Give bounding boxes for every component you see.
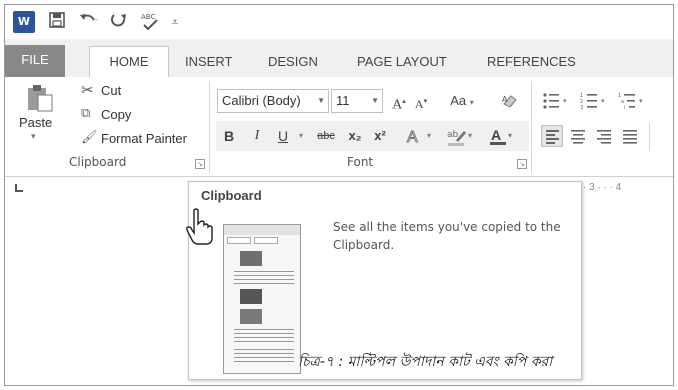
align-left-button[interactable]: [541, 125, 563, 147]
text-highlight-button[interactable]: ab ▾: [441, 124, 477, 148]
svg-text:▾: ▾: [601, 97, 605, 105]
clear-formatting-button[interactable]: A: [499, 89, 521, 113]
save-icon[interactable]: [47, 11, 67, 33]
figure-caption: চিত্র-৭ : মাল্টিপল উপাদান কাট এবং কপি কর…: [298, 354, 553, 370]
redo-icon[interactable]: [109, 11, 129, 33]
svg-text:▾: ▾: [639, 97, 643, 105]
svg-text:ab: ab: [447, 130, 459, 140]
group-divider: [649, 123, 650, 151]
paste-button[interactable]: Paste ▾: [19, 83, 59, 151]
text-effects-button[interactable]: A ▾: [401, 124, 435, 148]
shrink-font-icon: A: [414, 97, 424, 111]
font-group-label: Font: [347, 155, 374, 169]
paste-label: Paste: [19, 115, 53, 130]
font-color-button[interactable]: A ▾: [483, 124, 517, 148]
cut-label: Cut: [101, 83, 122, 98]
svg-text:A: A: [502, 95, 508, 104]
align-right-button[interactable]: [593, 125, 615, 149]
svg-text:A: A: [407, 129, 418, 146]
align-center-icon: [571, 130, 585, 144]
align-center-button[interactable]: [567, 125, 589, 149]
copy-button[interactable]: ⧉ Copy: [81, 105, 141, 125]
copy-icon: ⧉: [81, 105, 91, 120]
font-color-icon: A: [489, 127, 506, 145]
strikethrough-button[interactable]: abc: [311, 124, 341, 148]
hand-cursor-icon: [186, 208, 214, 254]
tab-selector-icon[interactable]: [15, 184, 23, 192]
bullets-icon: ▾: [543, 93, 567, 109]
svg-text:i: i: [624, 105, 625, 110]
quick-access-toolbar: W - ABC ⩡: [5, 5, 673, 39]
format-painter-label: Format Painter: [101, 131, 187, 146]
clipboard-pane-preview: [223, 224, 301, 374]
shrink-font-button[interactable]: A▾: [411, 89, 431, 113]
paste-dropdown-icon[interactable]: ▾: [31, 131, 36, 142]
multilevel-list-button[interactable]: 1 a i ▾: [615, 89, 651, 113]
customize-qat-icon[interactable]: ⩡: [169, 11, 181, 33]
font-name-value: Calibri (Body): [222, 93, 301, 108]
paste-icon: [28, 85, 53, 112]
text-effects-icon: A: [406, 129, 418, 147]
numbering-button[interactable]: 1 2 3 ▾: [577, 89, 613, 113]
tab-file[interactable]: FILE: [5, 45, 65, 77]
change-case-icon: Aa: [450, 93, 467, 108]
clipboard-launcher-icon[interactable]: ↘: [195, 159, 205, 169]
group-divider: [209, 81, 210, 173]
svg-text:-: -: [95, 15, 98, 24]
underline-button[interactable]: U: [273, 124, 293, 148]
svg-text:ABC: ABC: [141, 13, 155, 21]
group-divider: [531, 81, 532, 173]
cut-button[interactable]: ✂ Cut: [81, 81, 141, 101]
tab-page-layout[interactable]: PAGE LAYOUT: [357, 47, 447, 77]
underline-dropdown-icon[interactable]: ▾: [295, 124, 307, 148]
spelling-icon[interactable]: ABC: [139, 11, 161, 33]
font-launcher-icon[interactable]: ↘: [517, 159, 527, 169]
change-case-button[interactable]: Aa ▾: [441, 89, 483, 113]
tooltip-title: Clipboard: [201, 188, 262, 203]
bold-button[interactable]: B: [219, 124, 239, 148]
tooltip-description: See all the items you've copied to the C…: [333, 220, 561, 252]
chevron-down-icon[interactable]: ▼: [317, 90, 325, 112]
grow-font-icon: A: [392, 97, 403, 113]
align-right-icon: [597, 130, 611, 144]
tab-home[interactable]: HOME: [89, 46, 169, 77]
ribbon-home: Paste ▾ ✂ Cut ⧉ Copy 🖌 Format Painter Cl…: [5, 77, 673, 177]
clipboard-group-label: Clipboard: [69, 155, 127, 169]
copy-label: Copy: [101, 107, 132, 122]
paintbrush-icon: 🖌: [81, 129, 98, 144]
chevron-down-icon[interactable]: ▼: [371, 90, 379, 112]
justify-button[interactable]: [619, 125, 641, 149]
multilevel-list-icon: 1ai▾: [618, 93, 643, 111]
bullets-button[interactable]: ▾: [539, 89, 575, 113]
svg-text:▾: ▾: [563, 97, 567, 105]
tab-design[interactable]: DESIGN: [268, 47, 318, 77]
font-size-combo[interactable]: 11 ▼: [331, 89, 383, 113]
font-name-combo[interactable]: Calibri (Body) ▼: [217, 89, 329, 113]
format-painter-button[interactable]: 🖌 Format Painter: [81, 129, 201, 149]
justify-icon: [623, 130, 637, 144]
scissors-icon: ✂: [81, 82, 94, 99]
ruler-numbers: · 3 · · · 4: [583, 182, 622, 193]
italic-button[interactable]: I: [247, 124, 267, 148]
ribbon-tabs: FILE HOME INSERT DESIGN PAGE LAYOUT REFE…: [5, 39, 673, 77]
numbering-icon: 123▾: [580, 93, 605, 111]
highlighter-icon: ab: [447, 130, 466, 146]
superscript-button[interactable]: x²: [369, 124, 391, 148]
font-size-value: 11: [336, 93, 350, 108]
subscript-button[interactable]: x₂: [345, 124, 365, 148]
tab-references[interactable]: REFERENCES: [487, 47, 576, 77]
eraser-icon: A: [502, 95, 517, 108]
undo-icon[interactable]: -: [77, 11, 103, 33]
word-app-icon[interactable]: W: [13, 11, 35, 33]
svg-text:3: 3: [580, 105, 583, 110]
svg-text:A: A: [491, 127, 501, 143]
tab-insert[interactable]: INSERT: [185, 47, 232, 77]
grow-font-button[interactable]: A▴: [389, 89, 409, 113]
